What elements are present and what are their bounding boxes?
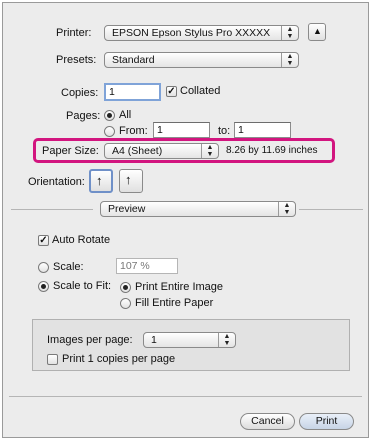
checkmark-icon: ✓ xyxy=(167,86,176,97)
presets-popup[interactable]: Standard ▲ ▼ xyxy=(104,52,299,68)
printer-label: Printer: xyxy=(56,27,92,39)
pages-from-field[interactable]: 1 xyxy=(153,122,210,138)
pages-to-label: to: xyxy=(218,125,231,137)
print-copies-label: Print 1 copies per page xyxy=(62,353,176,365)
images-per-page-label: Images per page: xyxy=(47,334,133,346)
pages-label: Pages: xyxy=(66,110,101,122)
scale-to-fit-radio[interactable] xyxy=(38,281,49,292)
presets-label: Presets: xyxy=(56,54,97,66)
popup-arrows-icon: ▲ ▼ xyxy=(281,26,298,40)
print-dialog: Printer: EPSON Epson Stylus Pro XXXXX ▲ ▼… xyxy=(2,2,369,438)
portrait-orientation-button[interactable]: ↑ xyxy=(89,169,113,193)
bottom-divider xyxy=(9,396,362,397)
paper-size-popup[interactable]: A4 (Sheet) ▲ ▼ xyxy=(104,143,219,159)
paper-size-label: Paper Size: xyxy=(42,145,99,157)
print-button[interactable]: Print xyxy=(299,413,354,430)
printer-value: EPSON Epson Stylus Pro XXXXX xyxy=(112,27,271,39)
copies-label: Copies: xyxy=(61,87,99,99)
auto-rotate-checkbox[interactable]: ✓ xyxy=(38,235,49,246)
print-copies-checkbox[interactable] xyxy=(47,354,58,365)
landscape-person-icon: ↑ xyxy=(125,172,132,187)
scale-radio[interactable] xyxy=(38,262,49,273)
print-entire-image-radio[interactable] xyxy=(120,282,131,293)
collated-label: Collated xyxy=(180,85,221,97)
section-value: Preview xyxy=(108,203,146,215)
checkmark-icon: ✓ xyxy=(39,235,48,246)
popup-arrows-icon: ▲ ▼ xyxy=(278,202,295,216)
popup-arrows-icon: ▲ ▼ xyxy=(281,53,298,67)
paper-size-value: A4 (Sheet) xyxy=(112,145,163,157)
pages-all-radio[interactable] xyxy=(104,110,115,121)
printer-popup[interactable]: EPSON Epson Stylus Pro XXXXX ▲ ▼ xyxy=(104,25,299,41)
pages-from-label: From: xyxy=(119,125,148,137)
triangle-up-icon: ▲ xyxy=(313,26,322,36)
scale-label: Scale: xyxy=(53,261,84,273)
print-entire-image-label: Print Entire Image xyxy=(135,281,224,293)
fill-entire-paper-radio[interactable] xyxy=(120,298,131,309)
landscape-orientation-button[interactable]: ↑ xyxy=(119,169,143,193)
section-popup[interactable]: Preview ▲ ▼ xyxy=(100,201,296,217)
images-per-page-value: 1 xyxy=(151,334,157,346)
cancel-button[interactable]: Cancel xyxy=(240,413,295,430)
images-per-page-popup[interactable]: 1 ▲ ▼ xyxy=(143,332,236,348)
presets-value: Standard xyxy=(112,54,155,66)
auto-rotate-label: Auto Rotate xyxy=(52,234,111,246)
pages-all-label: All xyxy=(119,109,132,121)
orientation-label: Orientation: xyxy=(28,176,85,188)
portrait-person-icon: ↑ xyxy=(96,173,103,188)
pages-to-field[interactable]: 1 xyxy=(234,122,291,138)
collated-checkbox[interactable]: ✓ xyxy=(166,86,177,97)
fill-entire-paper-label: Fill Entire Paper xyxy=(135,297,214,309)
scale-to-fit-label: Scale to Fit: xyxy=(53,280,112,292)
section-divider-right xyxy=(299,209,363,210)
disclosure-button[interactable]: ▲ xyxy=(308,23,326,41)
scale-field[interactable]: 107 % xyxy=(116,258,178,274)
paper-dimensions: 8.26 by 11.69 inches xyxy=(226,145,318,156)
section-divider-left xyxy=(11,209,93,210)
popup-arrows-icon: ▲ ▼ xyxy=(201,144,218,158)
copies-field[interactable]: 1 xyxy=(104,83,161,101)
popup-arrows-icon: ▲ ▼ xyxy=(218,333,235,347)
pages-from-radio[interactable] xyxy=(104,126,115,137)
